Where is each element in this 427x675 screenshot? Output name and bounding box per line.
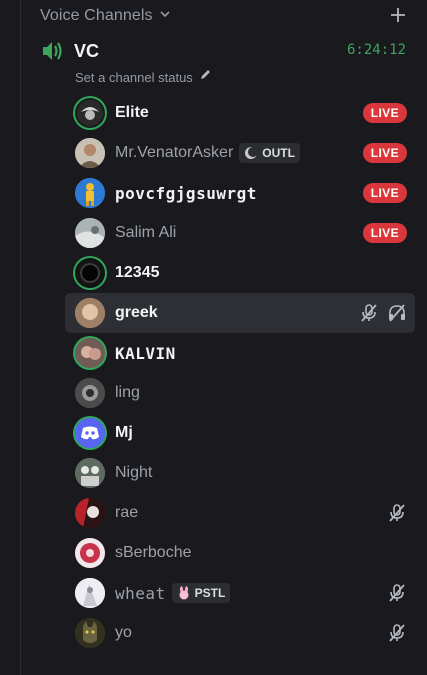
avatar bbox=[75, 578, 105, 608]
channel-name: VC bbox=[74, 40, 100, 61]
avatar bbox=[75, 258, 105, 288]
live-badge[interactable]: LIVE bbox=[362, 103, 407, 123]
avatar bbox=[75, 618, 105, 648]
user-name: Night bbox=[115, 464, 153, 481]
user-state-icons bbox=[387, 583, 407, 603]
voice-user-12345[interactable]: 12345 bbox=[65, 253, 415, 293]
voice-user-night[interactable]: Night bbox=[65, 453, 415, 493]
voice-user-rae[interactable]: rae bbox=[65, 493, 415, 533]
avatar bbox=[75, 458, 105, 488]
user-name: Mr.VenatorAsker bbox=[115, 144, 234, 161]
avatar bbox=[75, 298, 105, 328]
avatar bbox=[75, 418, 105, 448]
user-name: 12345 bbox=[115, 264, 160, 281]
guild-tag[interactable]: PSTL bbox=[171, 583, 231, 603]
voice-user-yo[interactable]: yo bbox=[65, 613, 415, 653]
user-name: wheat bbox=[115, 583, 166, 603]
user-state-icons bbox=[359, 303, 407, 323]
avatar bbox=[75, 178, 105, 208]
user-name: sBerboche bbox=[115, 544, 192, 561]
mic-muted-icon bbox=[389, 624, 405, 642]
user-state-icons bbox=[387, 623, 407, 643]
avatar bbox=[75, 98, 105, 128]
user-name: rae bbox=[115, 504, 139, 521]
voice-user-greek[interactable]: greek bbox=[65, 293, 415, 333]
guild-tag-label: PSTL bbox=[194, 586, 226, 600]
avatar bbox=[75, 498, 105, 528]
voice-user-sberboche[interactable]: sBerboche bbox=[65, 533, 415, 573]
user-name: Elite bbox=[115, 104, 149, 121]
discord-logo-icon bbox=[75, 418, 105, 448]
user-name: greek bbox=[115, 304, 158, 321]
user-name: ling bbox=[115, 384, 140, 401]
guild-tag-label: OUTL bbox=[262, 146, 295, 160]
avatar bbox=[75, 338, 105, 368]
guild-tag[interactable]: OUTL bbox=[239, 143, 300, 163]
user-name: povcfgjgsuwrgt bbox=[115, 183, 257, 203]
voice-user-povcfgjgsuwrgt[interactable]: povcfgjgsuwrgt LIVE bbox=[65, 173, 415, 213]
avatar bbox=[75, 378, 105, 408]
voice-channel-vc[interactable]: VC 6:24:12 bbox=[40, 38, 410, 64]
mic-muted-icon bbox=[389, 504, 405, 522]
avatar bbox=[75, 138, 105, 168]
chevron-down-icon[interactable] bbox=[159, 7, 171, 25]
voice-user-list: Elite LIVE Mr.VenatorAsker OUTL LIVE pov… bbox=[65, 93, 417, 653]
live-badge[interactable]: LIVE bbox=[362, 143, 407, 163]
plus-icon[interactable] bbox=[390, 5, 406, 27]
voice-user-mrvenatorasker[interactable]: Mr.VenatorAsker OUTL LIVE bbox=[65, 133, 415, 173]
set-channel-status[interactable]: Set a channel status bbox=[75, 68, 212, 86]
moon-badge-icon bbox=[245, 147, 259, 159]
voice-channels-header[interactable]: Voice Channels bbox=[40, 2, 410, 30]
live-badge[interactable]: LIVE bbox=[362, 183, 407, 203]
user-name: Mj bbox=[115, 424, 133, 441]
user-name: Salim Ali bbox=[115, 224, 177, 241]
voice-user-ling[interactable]: ling bbox=[65, 373, 415, 413]
mic-muted-icon bbox=[361, 304, 377, 322]
section-title: Voice Channels bbox=[40, 7, 153, 24]
voice-user-salim-ali[interactable]: Salim Ali LIVE bbox=[65, 213, 415, 253]
avatar bbox=[75, 538, 105, 568]
avatar bbox=[75, 218, 105, 248]
pencil-icon bbox=[199, 68, 212, 86]
headset-deafened-icon bbox=[389, 304, 405, 322]
user-name: KALVIN bbox=[115, 343, 176, 363]
bunny-badge-icon bbox=[179, 586, 189, 600]
voice-user-mj[interactable]: Mj bbox=[65, 413, 415, 453]
voice-user-kalvin[interactable]: KALVIN bbox=[65, 333, 415, 373]
speaker-icon bbox=[40, 39, 66, 63]
channel-timer: 6:24:12 bbox=[346, 42, 406, 58]
voice-user-elite[interactable]: Elite LIVE bbox=[65, 93, 415, 133]
user-name: yo bbox=[115, 624, 132, 641]
voice-user-wheat[interactable]: wheat PSTL bbox=[65, 573, 415, 613]
live-badge[interactable]: LIVE bbox=[362, 223, 407, 243]
channel-status-placeholder: Set a channel status bbox=[75, 69, 193, 85]
mic-muted-icon bbox=[389, 584, 405, 602]
user-state-icons bbox=[387, 503, 407, 523]
